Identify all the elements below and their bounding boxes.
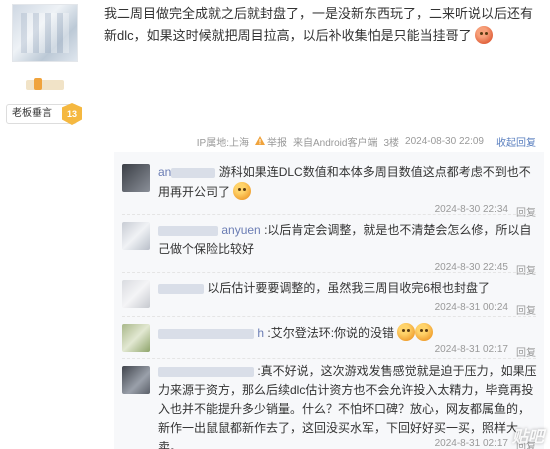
emoji-icon — [233, 182, 252, 200]
reply-text: 以后估计要要调整的，虽然我三周目收完6根也封盘了 — [207, 281, 491, 295]
reply-text: :艾尔登法环:你说的没错 — [267, 326, 395, 340]
username-blur — [158, 283, 204, 294]
reply-list: an 游科如果连DLC数值和本体多周目数值这点都考虑不到也不用再开公司了 202… — [114, 152, 544, 449]
reply-content: h :艾尔登法环:你说的没错 — [158, 323, 538, 343]
avatar[interactable] — [12, 4, 78, 62]
reply-avatar[interactable] — [122, 280, 150, 308]
username-blur — [158, 366, 254, 377]
username-blur — [158, 328, 254, 339]
ip-location: IP属地:上海 — [196, 137, 249, 149]
reply-username[interactable]: h — [257, 326, 264, 340]
reply-button[interactable]: 回复 — [516, 302, 536, 317]
reply-time: 2024-8-31 02:17 — [434, 438, 508, 449]
divider — [122, 272, 536, 273]
author-name-blurred[interactable] — [26, 80, 64, 90]
emoji-icon — [415, 323, 434, 341]
reply-avatar[interactable] — [122, 222, 150, 250]
reply-meta: 2024-8-30 22:45 回复 — [435, 262, 536, 277]
divider — [122, 358, 536, 359]
reply-username[interactable]: anyuen — [221, 223, 260, 237]
post-timestamp: 2024-08-30 22:09 — [405, 135, 484, 147]
report-label: 举报 — [267, 137, 287, 149]
reply-time: 2024-8-31 00:24 — [434, 302, 508, 313]
reply-avatar[interactable] — [122, 324, 150, 352]
report-link[interactable]: 举报 — [255, 134, 287, 149]
report-icon — [255, 136, 265, 145]
reply-avatar[interactable] — [122, 164, 150, 192]
reply-content: 以后估计要要调整的，虽然我三周目收完6根也封盘了 — [158, 279, 538, 298]
reply-content: anyuen :以后肯定会调整，就是也不清楚会怎么修，所以自己做个保险比较好 — [158, 221, 538, 259]
reply-meta: 2024-8-31 00:24 回复 — [435, 302, 536, 317]
reply-content: an 游科如果连DLC数值和本体多周目数值这点都考虑不到也不用再开公司了 — [158, 163, 538, 202]
rank-level-icon: 13 — [62, 103, 82, 125]
emoji-icon — [475, 26, 494, 44]
reply-time: 2024-8-30 22:34 — [434, 204, 508, 215]
reply-button[interactable]: 回复 — [516, 262, 536, 277]
divider — [122, 316, 536, 317]
reply-meta: 2024-8-31 02:17 回复 — [435, 344, 536, 359]
reply-time: 2024-8-30 22:45 — [434, 262, 508, 273]
rank-badge[interactable]: 老板垂言 13 — [6, 103, 82, 125]
reply-avatar[interactable] — [122, 366, 150, 394]
collapse-replies-button[interactable]: 收起回复 — [490, 132, 542, 151]
reply-username[interactable]: an — [158, 165, 171, 179]
floor-number: 3楼 — [383, 137, 400, 149]
client-source: 来自Android客户端 — [293, 137, 378, 149]
post-meta: IP属地:上海 举报 来自Android客户端 3楼 2024-08-30 22… — [104, 132, 542, 150]
username-blur — [171, 167, 216, 178]
watermark-logo: 贴吧 — [511, 429, 544, 446]
username-blur — [158, 225, 218, 236]
post-text: 我二周目做完全成就之后就封盘了，一是没新东西玩了，二来听说以后还有新dlc，如果… — [104, 6, 534, 43]
emoji-icon — [397, 323, 416, 341]
rank-title: 老板垂言 — [12, 108, 52, 119]
author-panel: 老板垂言 13 — [0, 0, 96, 449]
level-icon — [34, 78, 42, 90]
divider — [122, 214, 536, 215]
reply-time: 2024-8-31 02:17 — [434, 344, 508, 355]
reply-content: :真不好说，这次游戏发售感觉就是迫于压力，如果压力来源于资方，那么后续dlc估计… — [158, 362, 538, 449]
reply-meta: 2024-8-30 22:34 回复 — [435, 204, 536, 219]
reply-button[interactable]: 回复 — [516, 204, 536, 219]
post-content: 我二周目做完全成就之后就封盘了，一是没新东西玩了，二来听说以后还有新dlc，如果… — [104, 3, 542, 47]
reply-button[interactable]: 回复 — [516, 344, 536, 359]
